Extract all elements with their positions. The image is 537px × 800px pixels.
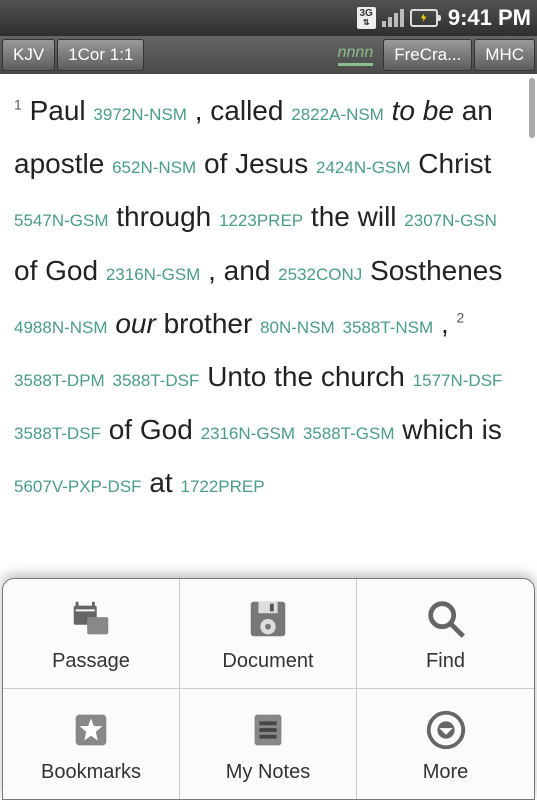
strongs-code[interactable]: 1722PREP [180,477,264,496]
menu-label: My Notes [226,761,310,784]
strongs-code[interactable]: 2822A-NSM [291,105,384,124]
menu-panel: Passage Document Find Bookmarks My Notes… [2,578,535,800]
strongs-code[interactable]: 2424N-GSM [316,158,410,177]
menu-label: Passage [52,650,130,673]
strongs-code[interactable]: 3588T-DSF [112,371,199,390]
strongs-code[interactable]: 2316N-GSM [201,424,295,443]
strongs-code[interactable]: 5607V-PXP-DSF [14,477,142,496]
word: and [224,255,271,286]
nnnn-tab[interactable]: nnnn [338,44,374,66]
strongs-code[interactable]: 3588T-DSF [14,424,101,443]
menu-label: Bookmarks [41,761,141,784]
version-button[interactable]: KJV [2,39,55,71]
menu-find[interactable]: Find [357,579,534,689]
signal-icon [382,9,404,27]
menu-document[interactable]: Document [180,579,357,689]
network-3g-icon: 3G ⇅ [357,7,376,29]
verse-number: 2 [457,309,465,325]
word: brother [164,308,253,339]
menu-label: Find [426,650,465,673]
word-italic: to be [392,95,454,126]
strongs-code[interactable]: 3972N-NSM [93,105,187,124]
menu-bookmarks[interactable]: Bookmarks [3,689,180,799]
strongs-code[interactable]: 2307N-GSN [404,211,497,230]
word: at [149,467,172,498]
word: which is [402,414,502,445]
word: Christ [418,148,491,179]
word: of God [14,255,98,286]
word: Unto the church [207,361,405,392]
scrollbar[interactable] [529,78,535,138]
reference-button[interactable]: 1Cor 1:1 [57,39,144,71]
punct: , [195,95,203,126]
word: through [116,201,211,232]
battery-icon [410,9,438,27]
strongs-code[interactable]: 80N-NSM [260,318,335,337]
clock: 9:41 PM [448,5,531,31]
word-italic: our [115,308,155,339]
strongs-code[interactable]: 652N-NSM [112,158,196,177]
strongs-code[interactable]: 1223PREP [219,211,303,230]
word: Paul [30,95,86,126]
punct: , [441,308,449,339]
verse-number: 1 [14,97,22,113]
strongs-code[interactable]: 4988N-NSM [14,318,108,337]
word: of God [109,414,193,445]
notes-icon [243,705,293,755]
menu-more[interactable]: More [357,689,534,799]
menu-mynotes[interactable]: My Notes [180,689,357,799]
strongs-code[interactable]: 3588T-GSM [303,424,395,443]
tab-frecra[interactable]: FreCra... [383,39,472,71]
word: called [210,95,283,126]
menu-passage[interactable]: Passage [3,579,180,689]
punct: , [208,255,216,286]
strongs-code[interactable]: 3588T-DPM [14,371,105,390]
search-icon [421,594,471,644]
word: of Jesus [204,148,308,179]
strongs-code[interactable]: 5547N-GSM [14,211,108,230]
status-bar: 3G ⇅ 9:41 PM [0,0,537,36]
strongs-code[interactable]: 2532CONJ [278,265,362,284]
word: Sosthenes [370,255,502,286]
calendar-icon [66,594,116,644]
word: the will [311,201,397,232]
more-icon [421,705,471,755]
tab-mhc[interactable]: MHC [474,39,535,71]
floppy-icon [243,594,293,644]
toolbar: KJV 1Cor 1:1 nnnn FreCra... MHC [0,36,537,74]
strongs-code[interactable]: 1577N-DSF [413,371,503,390]
passage-content[interactable]: 1 Paul 3972N-NSM , called 2822A-NSM to b… [0,74,537,594]
star-icon [66,705,116,755]
menu-label: Document [222,650,313,673]
strongs-code[interactable]: 3588T-NSM [342,318,433,337]
strongs-code[interactable]: 2316N-GSM [106,265,200,284]
menu-label: More [423,761,469,784]
